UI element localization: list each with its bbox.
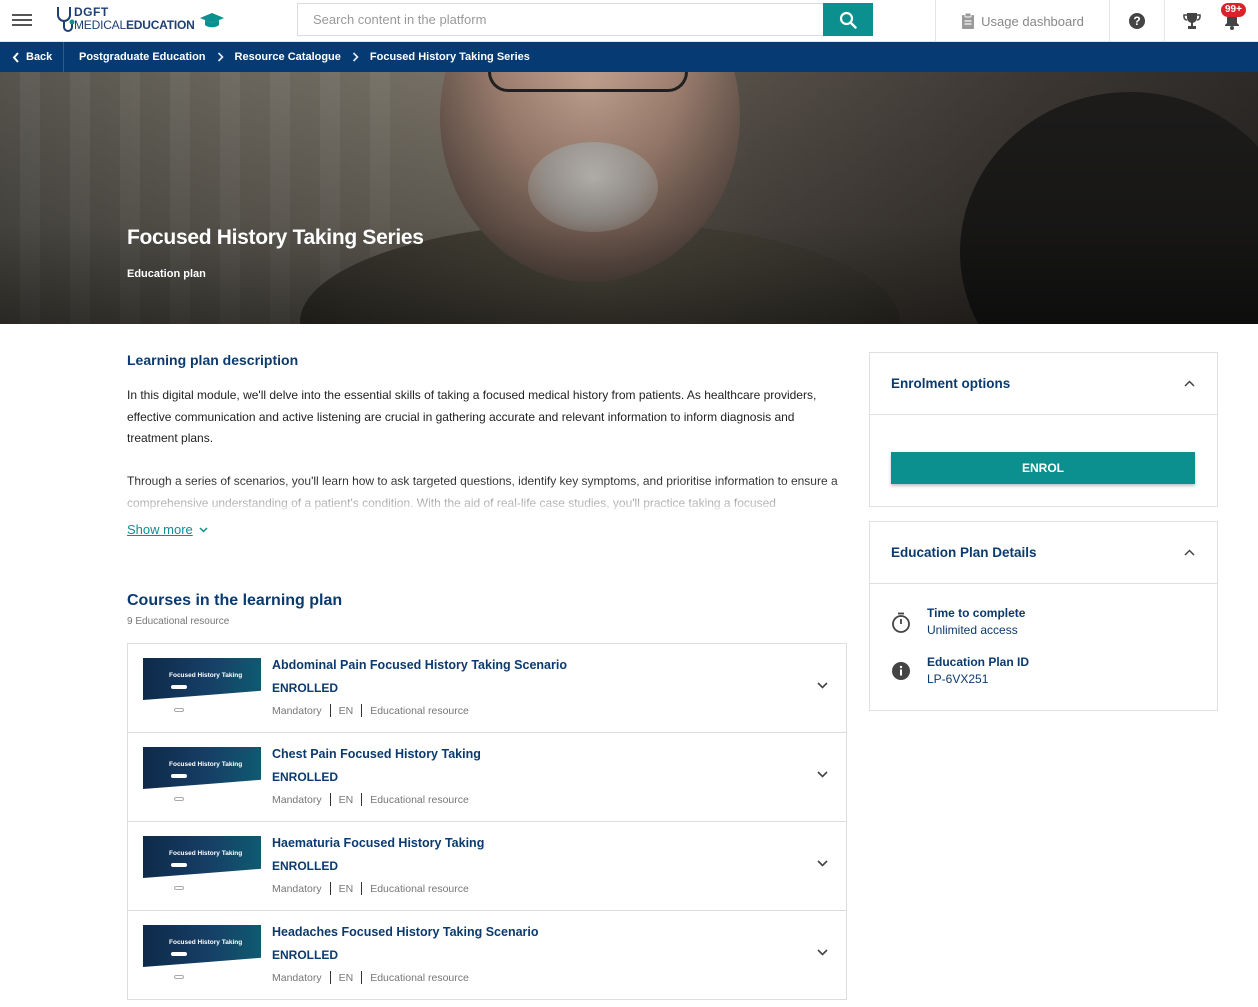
notification-badge: 99+	[1221, 3, 1246, 17]
course-item[interactable]: Focused History Taking Chest Pain Focuse…	[128, 733, 846, 822]
course-item[interactable]: Focused History Taking Haematuria Focuse…	[128, 822, 846, 911]
chevron-down-icon[interactable]	[817, 949, 828, 956]
help-button[interactable]: ?	[1110, 0, 1164, 42]
svg-text:?: ?	[1133, 14, 1140, 28]
help-icon: ?	[1129, 13, 1145, 29]
chevron-down-icon	[199, 526, 208, 533]
timer-icon	[892, 612, 910, 633]
back-button[interactable]: Back	[0, 42, 64, 72]
enrol-button[interactable]: ENROL	[891, 452, 1195, 484]
logo-word-medical: MEDICAL	[74, 18, 126, 32]
search-icon	[839, 11, 857, 29]
search-bar	[297, 3, 873, 36]
breadcrumb-item-postgraduate-education[interactable]: Postgraduate Education	[79, 51, 206, 63]
course-thumbnail: Focused History Taking	[143, 836, 261, 897]
show-more-link[interactable]: Show more	[127, 522, 208, 537]
chevron-down-icon[interactable]	[817, 860, 828, 867]
trophy-icon	[1183, 13, 1201, 29]
logo-word-education: EDUCATION	[125, 18, 195, 32]
details-title: Education Plan Details	[891, 545, 1037, 560]
course-language: EN	[338, 971, 354, 984]
top-header: DGFT MEDICALEDUCATION Usage dashboard ?	[0, 0, 1258, 42]
back-label: Back	[26, 51, 53, 63]
info-icon	[892, 662, 910, 680]
course-language: EN	[338, 882, 354, 895]
chevron-left-icon	[12, 51, 19, 63]
course-item[interactable]: Focused History Taking Abdominal Pain Fo…	[128, 644, 846, 733]
education-plan-id-value: LP-6VX251	[927, 672, 989, 686]
details-card-header[interactable]: Education Plan Details	[870, 522, 1217, 584]
thumbnail-title: Focused History Taking	[169, 672, 243, 679]
course-meta: Mandatory EN Educational resource	[272, 971, 469, 984]
chevron-up-icon	[1184, 380, 1195, 387]
course-meta: Mandatory EN Educational resource	[272, 793, 469, 806]
course-list: Focused History Taking Abdominal Pain Fo…	[127, 643, 847, 1000]
course-status: ENROLLED	[272, 681, 338, 695]
course-item[interactable]: Focused History Taking Headaches Focused…	[128, 911, 846, 1000]
logo-line1: DGFT	[74, 5, 109, 19]
thumbnail-title: Focused History Taking	[169, 761, 243, 768]
logo-line2: MEDICALEDUCATION	[74, 18, 195, 32]
course-type: Mandatory	[272, 971, 322, 984]
course-type: Mandatory	[272, 793, 322, 806]
breadcrumb: Back Postgraduate Education Resource Cat…	[0, 42, 1258, 72]
courses-count: 9 Educational resource	[127, 616, 230, 627]
course-meta: Mandatory EN Educational resource	[272, 704, 469, 717]
course-resource-type: Educational resource	[370, 793, 469, 806]
usage-dashboard-label: Usage dashboard	[981, 13, 1084, 29]
course-title[interactable]: Haematuria Focused History Taking	[272, 836, 484, 850]
course-thumbnail: Focused History Taking	[143, 747, 261, 808]
menu-icon[interactable]	[12, 11, 32, 31]
page-title: Focused History Taking Series	[127, 226, 424, 249]
course-title[interactable]: Abdominal Pain Focused History Taking Sc…	[272, 658, 567, 672]
chevron-up-icon	[1184, 549, 1195, 556]
thumbnail-title: Focused History Taking	[169, 850, 243, 857]
course-thumbnail: Focused History Taking	[143, 658, 261, 719]
course-status: ENROLLED	[272, 770, 338, 784]
course-thumbnail: Focused History Taking	[143, 925, 261, 986]
education-plan-details-card: Education Plan Details Time to complete …	[869, 521, 1218, 711]
course-language: EN	[338, 704, 354, 717]
chevron-down-icon[interactable]	[817, 771, 828, 778]
search-input[interactable]	[297, 3, 824, 36]
search-button[interactable]	[823, 3, 873, 36]
course-title[interactable]: Chest Pain Focused History Taking	[272, 747, 481, 761]
clipboard-icon	[962, 13, 975, 29]
course-language: EN	[338, 793, 354, 806]
breadcrumb-item-current: Focused History Taking Series	[369, 51, 530, 63]
thumbnail-title: Focused History Taking	[169, 939, 243, 946]
description-heading: Learning plan description	[127, 352, 299, 368]
enrolment-card: Enrolment options ENROL	[869, 352, 1218, 507]
description-fade	[127, 478, 847, 512]
graduation-cap-icon	[200, 13, 224, 28]
course-type: Mandatory	[272, 882, 322, 895]
course-status: ENROLLED	[272, 859, 338, 873]
courses-heading: Courses in the learning plan	[127, 592, 343, 609]
description-paragraph: In this digital module, we'll delve into…	[127, 388, 817, 445]
course-title[interactable]: Headaches Focused History Taking Scenari…	[272, 925, 539, 939]
course-resource-type: Educational resource	[370, 704, 469, 717]
hero-banner: Focused History Taking Series Education …	[0, 72, 1258, 324]
course-meta: Mandatory EN Educational resource	[272, 882, 469, 895]
logo[interactable]: DGFT MEDICALEDUCATION	[54, 5, 224, 35]
enrolment-title: Enrolment options	[891, 376, 1011, 391]
chevron-down-icon[interactable]	[817, 682, 828, 689]
breadcrumb-item-resource-catalogue[interactable]: Resource Catalogue	[235, 51, 341, 63]
education-plan-id-label: Education Plan ID	[927, 655, 1030, 669]
page-subtitle: Education plan	[127, 268, 206, 280]
course-resource-type: Educational resource	[370, 971, 469, 984]
chevron-right-icon	[217, 52, 224, 62]
time-to-complete-value: Unlimited access	[927, 623, 1018, 637]
chevron-right-icon	[352, 52, 359, 62]
show-more-label: Show more	[127, 522, 193, 537]
time-to-complete-label: Time to complete	[927, 606, 1026, 620]
enrolment-card-header[interactable]: Enrolment options	[870, 353, 1217, 415]
usage-dashboard-link[interactable]: Usage dashboard	[936, 0, 1109, 42]
course-status: ENROLLED	[272, 948, 338, 962]
course-resource-type: Educational resource	[370, 882, 469, 895]
course-type: Mandatory	[272, 704, 322, 717]
